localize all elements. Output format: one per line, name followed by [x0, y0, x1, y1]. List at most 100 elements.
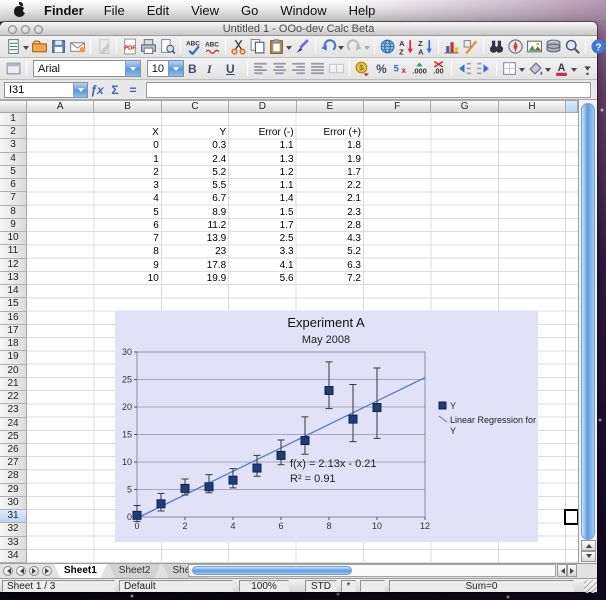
- page-style[interactable]: Default: [119, 580, 233, 592]
- increase-indent-button[interactable]: [474, 59, 493, 79]
- cut-button[interactable]: [229, 37, 248, 57]
- row-header-26[interactable]: 26: [0, 444, 27, 457]
- row-header-20[interactable]: 20: [0, 365, 27, 378]
- draw-functions-button[interactable]: [461, 37, 480, 57]
- row-header-17[interactable]: 17: [0, 325, 27, 338]
- resize-grip[interactable]: [584, 580, 597, 593]
- menu-item-window[interactable]: Window: [280, 3, 326, 18]
- align-center-button[interactable]: [270, 59, 289, 79]
- hyperlink-button[interactable]: [378, 37, 397, 57]
- name-box-dropdown-icon[interactable]: [73, 83, 87, 97]
- table-data-cell[interactable]: 3: [94, 179, 161, 192]
- column-header-E[interactable]: E: [297, 100, 364, 113]
- row-header-12[interactable]: 12: [0, 259, 27, 272]
- table-data-cell[interactable]: 7: [94, 232, 161, 245]
- column-header-i-partial[interactable]: [566, 100, 578, 113]
- undo-button[interactable]: [319, 37, 345, 57]
- page-preview-button[interactable]: [158, 37, 177, 57]
- table-data-cell[interactable]: 7.2: [297, 272, 364, 285]
- row-header-14[interactable]: 14: [0, 285, 27, 298]
- merge-cells-button[interactable]: [327, 59, 346, 79]
- sheet-tab-sheet1[interactable]: Sheet1: [54, 564, 107, 578]
- table-data-cell[interactable]: 4.1: [229, 259, 296, 272]
- sum-icon[interactable]: Σ: [106, 83, 124, 97]
- table-data-cell[interactable]: 2.4: [162, 153, 229, 166]
- column-header-D[interactable]: D: [229, 100, 296, 113]
- italic-button[interactable]: I: [206, 59, 225, 79]
- zoom-level[interactable]: 100%: [239, 580, 289, 592]
- column-header-G[interactable]: G: [431, 100, 498, 113]
- row-header-34[interactable]: 34: [0, 550, 27, 563]
- row-header-5[interactable]: 5: [0, 166, 27, 179]
- font-size-combo[interactable]: 10: [147, 60, 184, 77]
- selection-mode[interactable]: STD: [305, 580, 337, 592]
- horizontal-scroll-thumb[interactable]: [192, 566, 352, 575]
- table-data-cell[interactable]: 0: [94, 139, 161, 152]
- borders-button[interactable]: [500, 59, 526, 79]
- table-data-cell[interactable]: 1: [94, 153, 161, 166]
- previous-sheet-button[interactable]: [16, 566, 26, 576]
- help-button[interactable]: ?: [589, 37, 606, 57]
- table-data-cell[interactable]: 2.2: [297, 179, 364, 192]
- table-data-cell[interactable]: 23: [162, 245, 229, 258]
- align-left-button[interactable]: [251, 59, 270, 79]
- last-sheet-button[interactable]: [42, 566, 52, 576]
- format-paintbrush-button[interactable]: [293, 37, 312, 57]
- row-header-10[interactable]: 10: [0, 232, 27, 245]
- scroll-left-button[interactable]: [557, 564, 567, 577]
- email-button[interactable]: [68, 37, 87, 57]
- table-data-cell[interactable]: 2.3: [297, 206, 364, 219]
- add-decimal-button[interactable]: .000: [410, 59, 429, 79]
- sheet-tab-sheet2[interactable]: Sheet2: [109, 564, 161, 578]
- scroll-up-button[interactable]: [581, 540, 596, 551]
- row-header-31[interactable]: 31: [0, 510, 27, 523]
- menu-item-edit[interactable]: Edit: [147, 3, 169, 18]
- equals-icon[interactable]: =: [124, 83, 142, 97]
- table-data-cell[interactable]: 1.1: [229, 179, 296, 192]
- column-header-A[interactable]: A: [27, 100, 94, 113]
- sort-ascending-button[interactable]: AZ: [397, 37, 416, 57]
- format-standard-button[interactable]: 5x: [391, 59, 410, 79]
- table-data-cell[interactable]: 1.8: [297, 139, 364, 152]
- underline-button[interactable]: U: [225, 59, 244, 79]
- vertical-scrollbar[interactable]: [578, 100, 597, 563]
- row-header-8[interactable]: 8: [0, 206, 27, 219]
- font-color-button[interactable]: A: [552, 59, 578, 79]
- table-data-cell[interactable]: 2.8: [297, 219, 364, 232]
- table-data-cell[interactable]: 1.9: [297, 153, 364, 166]
- table-data-cell[interactable]: 19.9: [162, 272, 229, 285]
- sort-descending-button[interactable]: ZA: [416, 37, 435, 57]
- format-percent-button[interactable]: %: [372, 59, 391, 79]
- find-replace-button[interactable]: [487, 37, 506, 57]
- horizontal-scrollbar[interactable]: [188, 564, 556, 577]
- decrease-indent-button[interactable]: [455, 59, 474, 79]
- next-sheet-button[interactable]: [29, 566, 39, 576]
- row-header-33[interactable]: 33: [0, 537, 27, 550]
- row-header-6[interactable]: 6: [0, 179, 27, 192]
- table-data-cell[interactable]: 1.7: [229, 219, 296, 232]
- font-name-combo[interactable]: Arial: [33, 60, 141, 77]
- table-data-cell[interactable]: 1.3: [229, 153, 296, 166]
- function-wizard-icon[interactable]: ƒx: [88, 83, 106, 97]
- table-header-cell[interactable]: Error (-): [229, 126, 296, 139]
- table-header-cell[interactable]: Y: [162, 126, 229, 139]
- row-header-22[interactable]: 22: [0, 391, 27, 404]
- menu-active-app[interactable]: Finder: [44, 3, 84, 18]
- gallery-button[interactable]: [525, 37, 544, 57]
- table-data-cell[interactable]: 1.4: [229, 192, 296, 205]
- zoom-button[interactable]: [563, 37, 582, 57]
- table-data-cell[interactable]: 6.3: [297, 259, 364, 272]
- background-color-button[interactable]: [526, 59, 552, 79]
- row-header-23[interactable]: 23: [0, 404, 27, 417]
- navigator-button[interactable]: [506, 37, 525, 57]
- row-header-32[interactable]: 32: [0, 523, 27, 536]
- export-pdf-button[interactable]: PDF: [120, 37, 139, 57]
- more-button[interactable]: [578, 59, 597, 79]
- table-data-cell[interactable]: 2.1: [297, 192, 364, 205]
- row-header-16[interactable]: 16: [0, 312, 27, 325]
- bold-button[interactable]: B: [187, 59, 206, 79]
- table-data-cell[interactable]: 5.2: [162, 166, 229, 179]
- table-data-cell[interactable]: 3.3: [229, 245, 296, 258]
- align-justified-button[interactable]: [308, 59, 327, 79]
- edit-file-button[interactable]: [94, 37, 113, 57]
